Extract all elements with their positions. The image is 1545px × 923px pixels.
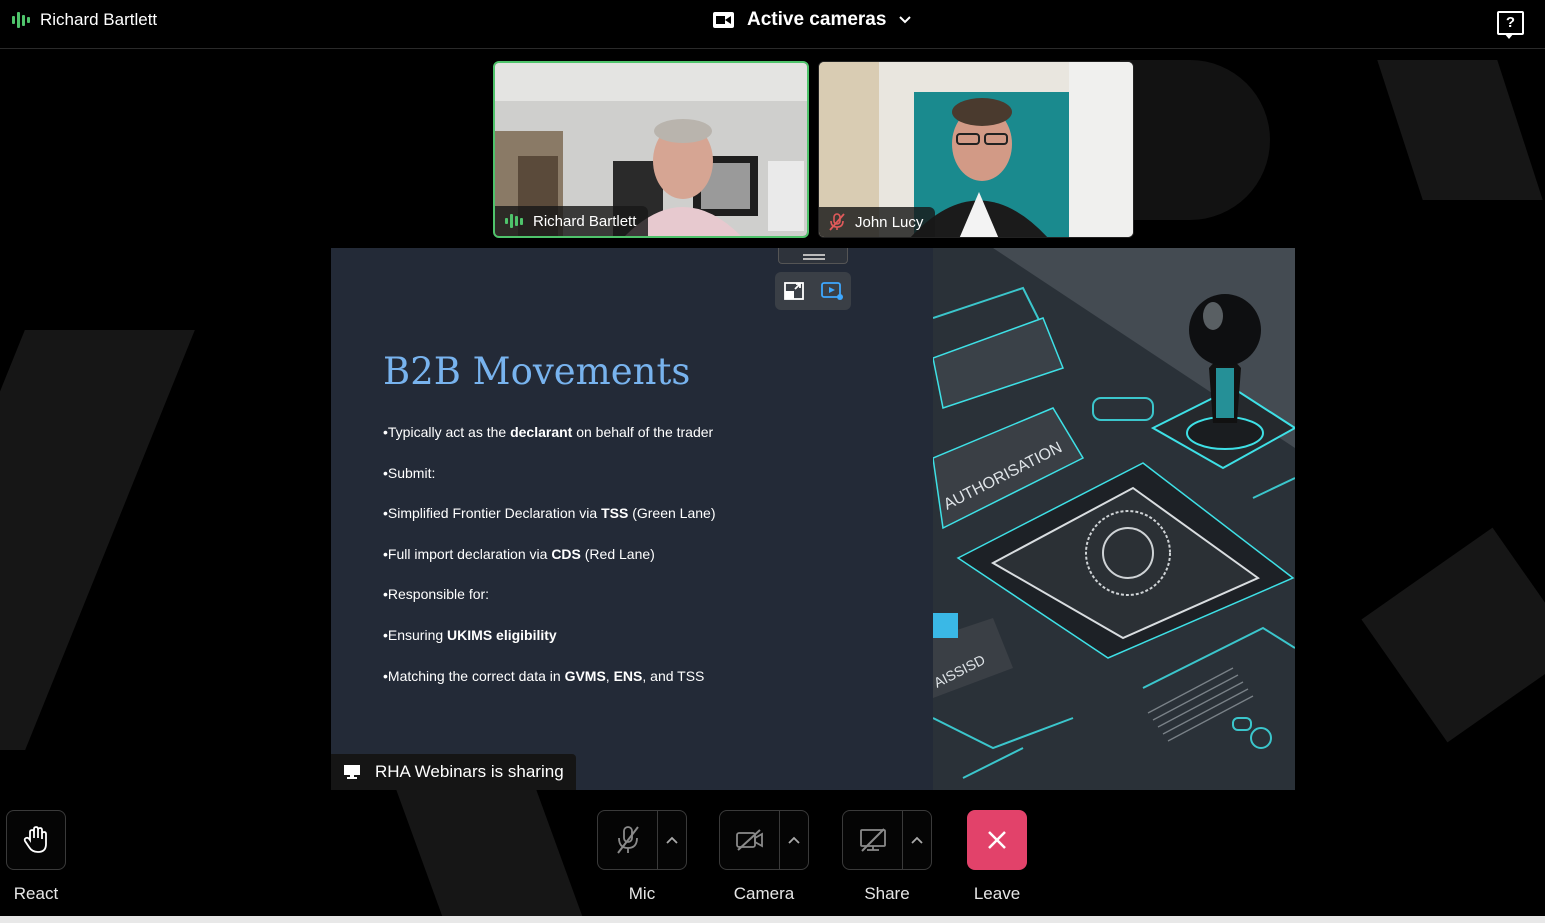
bullet-text: •Simplified Frontier Declaration via [383, 505, 602, 522]
participant-label: John Lucy [819, 207, 936, 237]
background-shape [396, 790, 584, 920]
bullet-text: on behalf of the trader [572, 424, 714, 440]
authorisation-stamp-illustration: AUTHORISATION AISSISD [933, 248, 1295, 790]
slide-title: B2B Movements [383, 350, 691, 393]
drag-handle[interactable] [778, 248, 848, 264]
bullet-bold-text: CDS [551, 545, 581, 562]
bullet-text: , and TSS [642, 667, 705, 684]
top-bar: Richard Bartlett Active cameras ? [0, 0, 1545, 49]
video-control-icon[interactable] [820, 281, 844, 301]
active-speaker-name: Richard Bartlett [40, 10, 158, 29]
slide-bullet: •Responsible for: [383, 586, 716, 627]
bullet-text: •Ensuring [383, 626, 448, 643]
share-view-toolbar [775, 272, 851, 310]
share-control: Share [842, 810, 932, 903]
help-icon[interactable]: ? [1497, 11, 1524, 39]
bullet-text: (Red Lane) [580, 545, 655, 562]
camera-options-button[interactable] [780, 811, 808, 869]
close-icon [988, 831, 1006, 849]
screen-share-off-icon [859, 828, 886, 852]
slide-bullet: •Typically act as the declarant on behal… [383, 424, 716, 465]
slide-illustration: AUTHORISATION AISSISD [933, 248, 1295, 790]
mic-control: Mic [597, 810, 687, 903]
sharing-indicator: RHA Webinars is sharing [331, 754, 576, 790]
slide-bullet: •Matching the correct data in GVMS, ENS,… [383, 668, 716, 709]
leave-control: Leave [967, 810, 1027, 903]
participant-name: John Lucy [855, 213, 924, 231]
react-control: React [6, 810, 66, 903]
background-shape [1377, 60, 1543, 200]
mic-label: Mic [628, 884, 656, 903]
view-mode-label: Active cameras [747, 9, 887, 30]
background-shape [1120, 60, 1270, 220]
raised-hand-icon [23, 826, 47, 853]
leave-button[interactable] [967, 810, 1027, 870]
camera-label: Camera [733, 884, 795, 903]
slide-bullet-list: •Typically act as the declarant on behal… [383, 424, 716, 708]
bullet-text: •Responsible for: [383, 586, 490, 603]
mic-muted-icon [829, 213, 845, 231]
slide-bullet: •Ensuring UKIMS eligibility [383, 627, 716, 668]
video-tile[interactable]: John Lucy [818, 61, 1134, 238]
leave-label: Leave [973, 884, 1021, 903]
shared-screen: B2B Movements •Typically act as the decl… [331, 248, 1295, 790]
slide-bullet: •Simplified Frontier Declaration via TSS… [383, 505, 716, 546]
share-options-button[interactable] [903, 811, 931, 869]
bullet-bold-text: declarant [510, 424, 573, 440]
bullet-text: •Full import declaration via [383, 545, 552, 562]
chevron-up-icon [911, 836, 923, 844]
mic-button[interactable] [598, 811, 658, 869]
camera-control: Camera [719, 810, 809, 903]
view-mode-dropdown[interactable]: Active cameras [713, 9, 912, 31]
chevron-up-icon [666, 836, 678, 844]
react-label: React [13, 884, 59, 903]
bullet-bold-text: UKIMS eligibility [447, 626, 557, 643]
background-shape [1361, 527, 1545, 743]
bullet-bold-text: TSS [601, 505, 629, 522]
video-tile[interactable]: Richard Bartlett [493, 61, 809, 238]
audio-level-icon [12, 11, 30, 29]
pop-out-icon[interactable] [783, 281, 805, 301]
monitor-icon [344, 765, 360, 779]
bullet-bold-text: GVMS [564, 667, 606, 684]
bullet-text: , [605, 667, 614, 684]
bullet-text: •Matching the correct data in [383, 667, 565, 684]
chevron-down-icon [899, 16, 912, 24]
participant-label: Richard Bartlett [495, 206, 649, 236]
bullet-bold-text: ENS [613, 667, 643, 684]
share-label: Share [864, 884, 910, 903]
camera-off-icon [735, 829, 763, 851]
bullet-text: •Submit: [383, 464, 436, 481]
bullet-text: •Typically act as the [383, 424, 511, 440]
camera-button[interactable] [720, 811, 780, 869]
participant-name: Richard Bartlett [533, 212, 637, 230]
react-button[interactable] [6, 810, 66, 870]
background-shape [0, 330, 195, 750]
slide-bullet: •Full import declaration via CDS (Red La… [383, 546, 716, 587]
share-button[interactable] [843, 811, 903, 869]
bullet-text: (Green Lane) [628, 505, 716, 522]
mic-options-button[interactable] [658, 811, 686, 869]
sharing-text: RHA Webinars is sharing [375, 762, 564, 781]
window-bottom-edge [0, 916, 1545, 923]
camera-icon [713, 12, 734, 28]
audio-level-icon [505, 212, 523, 230]
mic-off-icon [616, 826, 639, 854]
active-speaker: Richard Bartlett [12, 10, 157, 30]
slide-bullet: •Submit: [383, 465, 716, 506]
chevron-up-icon [788, 836, 800, 844]
